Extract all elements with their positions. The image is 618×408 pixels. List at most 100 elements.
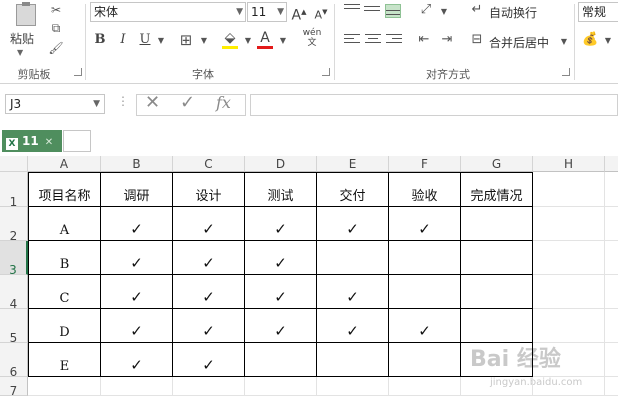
cell[interactable]	[28, 377, 101, 396]
cell[interactable]: ✓	[245, 207, 317, 241]
cell[interactable]: ✓	[101, 309, 173, 343]
cell[interactable]	[389, 377, 461, 396]
paste-button[interactable]: 粘贴	[10, 30, 34, 47]
cell[interactable]	[245, 377, 317, 396]
cell[interactable]: 项目名称	[28, 172, 101, 207]
new-workbook-tab[interactable]	[63, 130, 91, 152]
cell[interactable]	[173, 377, 245, 396]
cell[interactable]	[461, 343, 533, 377]
align-bottom-icon[interactable]	[385, 4, 401, 18]
close-icon[interactable]: ✕	[45, 137, 53, 148]
cell[interactable]: ✓	[101, 241, 173, 275]
cell[interactable]	[461, 275, 533, 309]
align-center-icon[interactable]	[365, 34, 381, 48]
font-color-dropdown-icon[interactable]: ▼	[275, 33, 291, 49]
merge-center-button[interactable]: 合并后居中	[489, 34, 549, 51]
cell[interactable]: ✓	[245, 241, 317, 275]
cell[interactable]	[605, 309, 618, 343]
orientation-icon[interactable]: ⤢	[418, 2, 434, 18]
row-header-2[interactable]: 2	[0, 207, 28, 243]
cell[interactable]: ✓	[389, 309, 461, 343]
cell[interactable]: ✓	[317, 309, 389, 343]
cell[interactable]	[605, 343, 618, 377]
currency-dropdown-icon[interactable]: ▼	[600, 33, 616, 49]
cell[interactable]	[245, 343, 317, 377]
cell[interactable]: ✓	[173, 275, 245, 309]
cell[interactable]: ✓	[101, 275, 173, 309]
cell[interactable]: ✓	[245, 309, 317, 343]
font-size-select[interactable]: 11 ▼	[247, 2, 287, 22]
merge-center-icon[interactable]: ⊟	[469, 32, 485, 48]
cell[interactable]	[461, 377, 533, 396]
cell[interactable]: ✓	[173, 309, 245, 343]
column-header-e[interactable]: E	[317, 156, 389, 172]
cell[interactable]: ✓	[317, 275, 389, 309]
font-color-button[interactable]: A	[257, 28, 273, 48]
cell[interactable]: E	[28, 343, 101, 377]
select-all-corner[interactable]	[0, 156, 28, 172]
cell[interactable]: 交付	[317, 172, 389, 207]
font-launcher-icon[interactable]	[322, 68, 330, 76]
row-header-5[interactable]: 5	[0, 309, 28, 345]
paste-dropdown-icon[interactable]: ▼	[17, 48, 23, 57]
cancel-icon[interactable]: ✕	[145, 92, 160, 113]
cell[interactable]: 完成情况	[461, 172, 533, 207]
row-header-6[interactable]: 6	[0, 343, 28, 379]
cell[interactable]: ✓	[245, 275, 317, 309]
column-header[interactable]	[605, 156, 618, 172]
cell[interactable]	[461, 309, 533, 343]
borders-dropdown-icon[interactable]: ▼	[196, 33, 212, 49]
cell[interactable]: B	[28, 241, 101, 275]
column-header-g[interactable]: G	[461, 156, 533, 172]
wrap-text-icon[interactable]: ↵	[469, 2, 485, 18]
cell[interactable]: ✓	[173, 343, 245, 377]
formula-input[interactable]	[250, 94, 618, 116]
cell[interactable]	[605, 275, 618, 309]
cell[interactable]: ✓	[389, 207, 461, 241]
alignment-launcher-icon[interactable]	[562, 68, 570, 76]
align-top-icon[interactable]	[344, 4, 360, 18]
shrink-font-button[interactable]: A▼	[313, 2, 329, 22]
cell[interactable]: A	[28, 207, 101, 241]
column-header-c[interactable]: C	[173, 156, 245, 172]
cell[interactable]	[533, 275, 605, 309]
insert-function-icon[interactable]: fx	[216, 93, 231, 112]
fill-color-dropdown-icon[interactable]: ▼	[240, 33, 256, 49]
cell[interactable]	[389, 275, 461, 309]
cell[interactable]	[101, 377, 173, 396]
font-name-select[interactable]: 宋体 ▼	[90, 2, 246, 22]
cell[interactable]	[533, 241, 605, 275]
copy-icon[interactable]: ⧉	[48, 20, 64, 36]
workbook-tab[interactable]: X 11 ✕	[2, 130, 62, 152]
cell[interactable]: ✓	[101, 343, 173, 377]
cell[interactable]	[389, 241, 461, 275]
fill-color-icon[interactable]: ⬙	[222, 30, 238, 46]
cut-icon[interactable]: ✂	[48, 2, 64, 18]
bold-button[interactable]: B	[93, 30, 107, 50]
align-left-icon[interactable]	[344, 34, 360, 48]
cell[interactable]: 调研	[101, 172, 173, 207]
clipboard-launcher-icon[interactable]	[74, 68, 82, 76]
orientation-dropdown-icon[interactable]: ▼	[436, 4, 452, 20]
wrap-text-button[interactable]: 自动换行	[489, 4, 537, 21]
cell[interactable]	[605, 207, 618, 241]
cell[interactable]: 验收	[389, 172, 461, 207]
cell[interactable]	[605, 377, 618, 396]
column-header-d[interactable]: D	[245, 156, 317, 172]
cell[interactable]	[317, 241, 389, 275]
cell[interactable]	[317, 343, 389, 377]
name-box[interactable]: J3 ▼	[5, 94, 105, 114]
decrease-indent-icon[interactable]: ⇤	[416, 32, 432, 48]
merge-dropdown-icon[interactable]: ▼	[556, 34, 572, 50]
cell[interactable]: C	[28, 275, 101, 309]
cell[interactable]: ✓	[317, 207, 389, 241]
cell[interactable]	[533, 207, 605, 241]
row-header-4[interactable]: 4	[0, 275, 28, 311]
cell[interactable]: 设计	[173, 172, 245, 207]
currency-format-icon[interactable]: 💰	[582, 32, 598, 48]
underline-dropdown-icon[interactable]: ▼	[153, 33, 169, 49]
number-format-select[interactable]: 常规	[578, 2, 618, 22]
borders-icon[interactable]: ⊞	[178, 32, 194, 48]
cell[interactable]	[461, 241, 533, 275]
column-header-b[interactable]: B	[101, 156, 173, 172]
